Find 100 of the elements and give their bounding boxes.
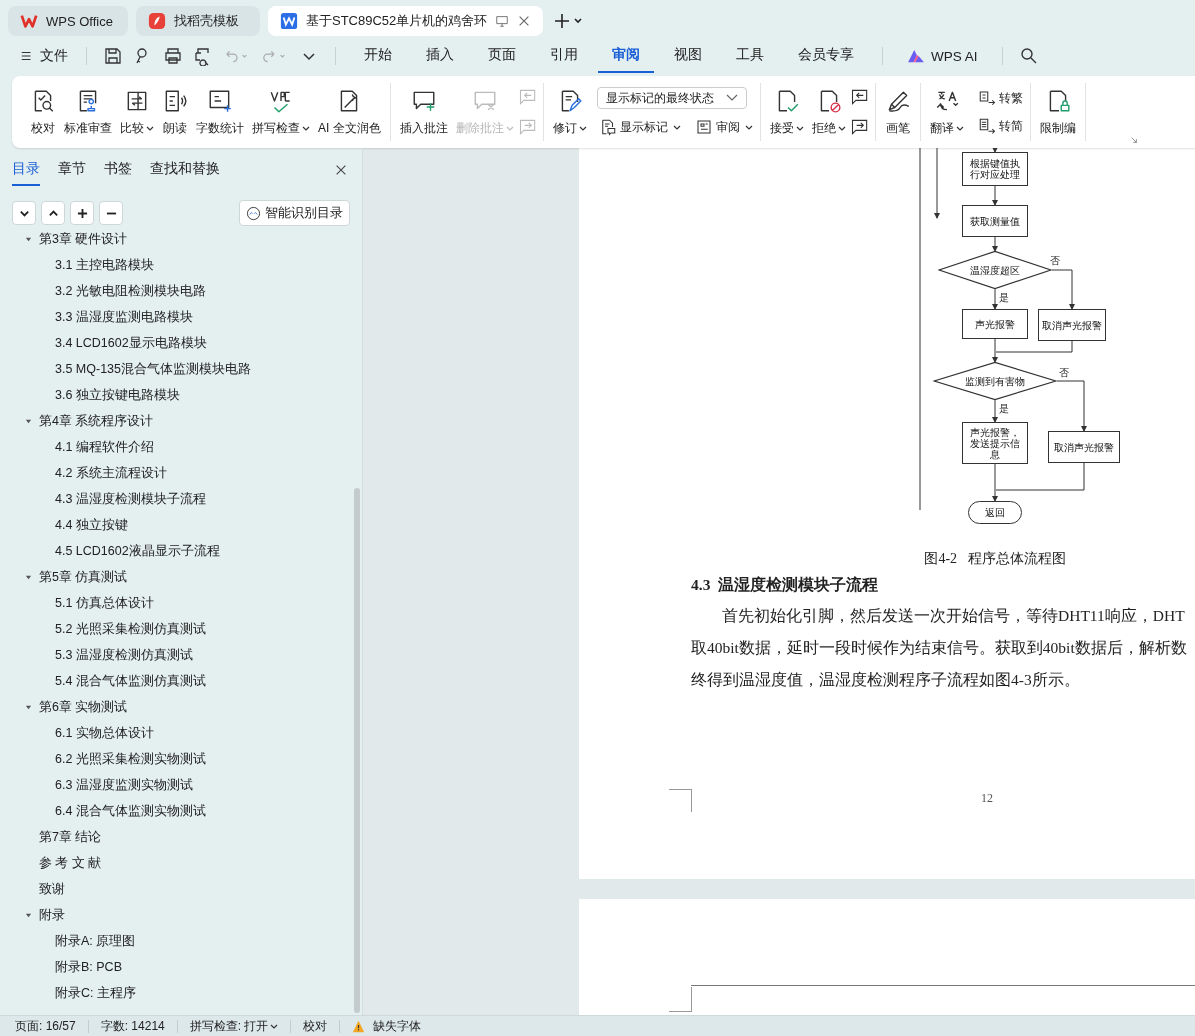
smart-toc-button[interactable]: 智能识别目录 [239, 200, 350, 226]
add-button[interactable] [70, 201, 94, 225]
toc-item[interactable]: 4.1 编程软件介绍 [55, 438, 154, 456]
caret-icon[interactable] [795, 124, 804, 132]
ribbon-button[interactable]: 转简 [975, 116, 1025, 136]
ribbon-tab[interactable]: 页面 [474, 39, 530, 73]
app-tab[interactable]: 找稻壳模板 [136, 6, 260, 36]
panel-tab[interactable]: 查找和替换 [150, 160, 220, 186]
panel-tab[interactable]: 章节 [58, 160, 86, 186]
spell-check-toggle[interactable]: 拼写检查: 打开 [189, 1017, 279, 1035]
ribbon-button[interactable]: 拒绝 [807, 85, 850, 139]
word-count[interactable]: 字数: 14214 [100, 1017, 165, 1035]
collapse-triangle-icon[interactable] [25, 703, 32, 711]
ribbon-button[interactable]: 修订 [548, 85, 591, 139]
convert-icon [977, 89, 996, 107]
toc-item[interactable]: 6.4 混合气体监测实物测试 [55, 802, 206, 820]
toc-item[interactable]: 4.4 独立按键 [55, 516, 128, 534]
next-change-icon[interactable] [849, 117, 870, 137]
expand-button[interactable] [12, 201, 36, 225]
ribbon-button[interactable]: 转繁 [975, 88, 1025, 108]
ribbon-button[interactable]: 限制编 [1035, 85, 1080, 139]
toc-item[interactable]: 附录 [39, 906, 65, 924]
toc-item[interactable]: 3.3 温湿度监测电路模块 [55, 308, 193, 326]
panel-tab[interactable]: 目录 [12, 160, 40, 186]
toc-item[interactable]: 4.5 LCD1602液晶显示子流程 [55, 542, 220, 560]
toc-item[interactable]: 致谢 [39, 880, 65, 898]
toc-item[interactable]: 第4章 系统程序设计 [39, 412, 154, 430]
toc-item[interactable]: 3.2 光敏电阻检测模块电路 [55, 282, 206, 300]
expand-corner-icon[interactable] [1130, 136, 1138, 144]
missing-fonts-link[interactable]: 缺失字体 [373, 1017, 422, 1035]
ribbon-button[interactable]: 比较 [116, 85, 158, 139]
ribbon-tab[interactable]: 会员专享 [784, 39, 868, 73]
toc-item[interactable]: 6.3 温湿度监测实物测试 [55, 776, 193, 794]
caret-icon[interactable] [955, 124, 964, 132]
collapse-button[interactable] [41, 201, 65, 225]
toc-item[interactable]: 3.4 LCD1602显示电路模块 [55, 334, 207, 352]
ribbon-button[interactable]: 字数统计 [192, 85, 248, 139]
wps-ai-button[interactable]: WPS AI [897, 44, 988, 68]
previous-change-icon[interactable] [849, 87, 870, 107]
print-icon[interactable] [163, 46, 183, 66]
collapse-triangle-icon[interactable] [25, 573, 32, 581]
ribbon-tab[interactable]: 开始 [350, 39, 406, 73]
ribbon-tab[interactable]: 引用 [536, 39, 592, 73]
collapse-triangle-icon[interactable] [25, 417, 32, 425]
app-tab[interactable]: 基于STC89C52单片机的鸡舍环 [268, 6, 544, 36]
toc-item[interactable]: 参 考 文 献 [39, 854, 102, 872]
caret-icon[interactable] [744, 123, 753, 131]
toc-item[interactable]: 5.2 光照采集检测仿真测试 [55, 620, 206, 638]
collapse-triangle-icon[interactable] [25, 911, 32, 919]
toc-item[interactable]: 3.1 主控电路模块 [55, 256, 154, 274]
ribbon-button[interactable]: 画笔 [880, 85, 915, 139]
toc-item[interactable]: 5.4 混合气体监测仿真测试 [55, 672, 206, 690]
toc-item[interactable]: 5.3 温湿度检测仿真测试 [55, 646, 193, 664]
flow-arrow [1056, 380, 1087, 432]
toc-item[interactable]: 第7章 结论 [39, 828, 102, 846]
toc-item[interactable]: 附录A: 原理图 [55, 932, 136, 950]
ribbon-button[interactable]: 插入批注 [395, 85, 452, 139]
toc-item[interactable]: 3.6 独立按键电路模块 [55, 386, 180, 404]
toc-item[interactable]: 第6章 实物测试 [39, 698, 128, 716]
panel-tab[interactable]: 书签 [104, 160, 132, 186]
proofread-button[interactable]: 校对 [303, 1017, 328, 1035]
markup-state-select[interactable]: 显示标记的最终状态 [596, 87, 747, 109]
ribbon-button[interactable]: 校对 [26, 85, 60, 139]
ribbon-button[interactable]: 审阅 [692, 117, 755, 137]
caret-icon[interactable] [146, 124, 154, 132]
caret-icon[interactable] [672, 123, 681, 131]
ribbon-button[interactable]: 翻译 [925, 85, 968, 139]
file-menu-button[interactable]: 文件 [16, 43, 72, 69]
toc-item[interactable]: 4.2 系统主流程设计 [55, 464, 167, 482]
caret-icon[interactable] [302, 124, 310, 132]
ribbon-button[interactable]: 显示标记 [596, 117, 683, 137]
scrollbar-thumb[interactable] [354, 488, 360, 1013]
ribbon-button[interactable]: 朗读 [158, 85, 192, 139]
toc-item[interactable]: 第3章 硬件设计 [39, 230, 128, 248]
new-tab-icon[interactable] [555, 13, 584, 29]
ribbon-button[interactable]: 拼写检查 [248, 85, 314, 139]
caret-icon[interactable] [578, 124, 587, 132]
ribbon-tab[interactable]: 插入 [412, 39, 468, 73]
monitor-icon[interactable] [495, 14, 510, 28]
toc-item[interactable]: 6.2 光照采集检测实物测试 [55, 750, 206, 768]
app-tab[interactable]: WPS Office [8, 6, 128, 36]
toc-item[interactable]: 附录B: PCB [55, 958, 122, 976]
close-icon[interactable] [334, 163, 348, 177]
ribbon-tab[interactable]: 视图 [660, 39, 716, 73]
toc-item[interactable]: 5.1 仿真总体设计 [55, 594, 154, 612]
ribbon-button[interactable]: 标准审查 [60, 85, 116, 139]
ribbon-button[interactable]: AI 全文润色 [314, 85, 385, 139]
page-count[interactable]: 页面: 16/57 [15, 1017, 76, 1035]
search-icon[interactable] [1018, 46, 1039, 66]
toc-item[interactable]: 第5章 仿真测试 [39, 568, 128, 586]
ribbon-tab[interactable]: 工具 [722, 39, 778, 73]
toc-item[interactable]: 6.1 实物总体设计 [55, 724, 154, 742]
ribbon-tab[interactable]: 审阅 [598, 39, 654, 73]
caret-icon[interactable] [837, 124, 846, 132]
save-icon[interactable] [103, 46, 123, 66]
toc-item[interactable]: 3.5 MQ-135混合气体监测模块电路 [55, 360, 251, 378]
collapse-triangle-icon[interactable] [25, 235, 32, 243]
toc-item[interactable]: 附录C: 主程序 [55, 984, 136, 1002]
toc-item[interactable]: 4.3 温湿度检测模块子流程 [55, 490, 206, 508]
ribbon-button[interactable]: 接受 [765, 85, 808, 139]
